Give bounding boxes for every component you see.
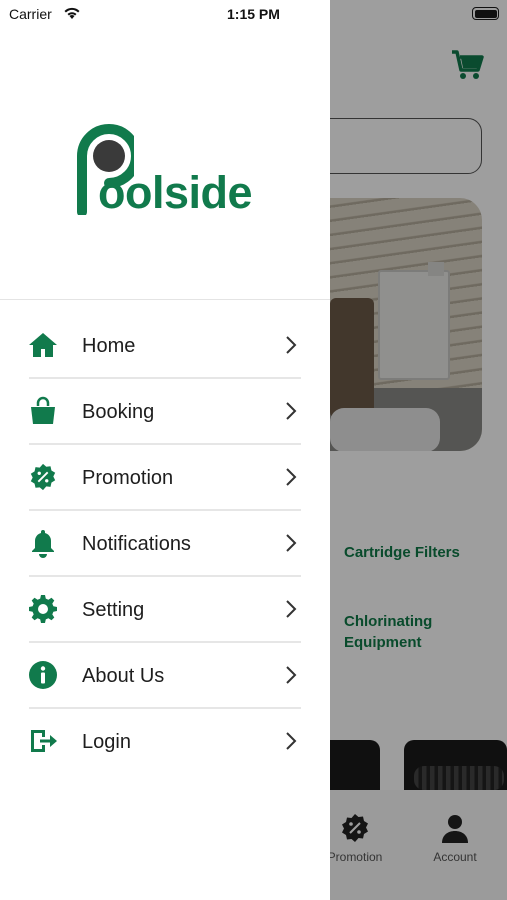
menu-item-login[interactable]: Login bbox=[0, 709, 330, 775]
menu-item-promotion[interactable]: Promotion bbox=[0, 445, 330, 511]
navigation-drawer: oolside Home Booking Promotion Notificat… bbox=[0, 0, 330, 900]
login-icon bbox=[31, 730, 57, 752]
chevron-right-icon bbox=[286, 534, 297, 552]
status-time: 1:15 PM bbox=[227, 6, 280, 22]
gear-icon bbox=[29, 595, 57, 623]
menu-item-booking[interactable]: Booking bbox=[0, 379, 330, 445]
battery-icon bbox=[472, 7, 499, 20]
home-icon bbox=[29, 333, 57, 357]
menu-item-home[interactable]: Home bbox=[0, 313, 330, 379]
chevron-right-icon bbox=[286, 468, 297, 486]
chevron-right-icon bbox=[286, 336, 297, 354]
chevron-right-icon bbox=[286, 402, 297, 420]
wifi-icon bbox=[64, 7, 80, 19]
menu-item-setting[interactable]: Setting bbox=[0, 577, 330, 643]
logo-wordmark: oolside bbox=[98, 167, 253, 218]
menu-item-label: Home bbox=[82, 335, 136, 357]
menu-item-label: Promotion bbox=[82, 467, 174, 489]
menu-item-label: Booking bbox=[82, 401, 155, 423]
carrier-label: Carrier bbox=[9, 6, 52, 22]
chevron-right-icon bbox=[286, 732, 297, 750]
shopping-bag-icon bbox=[31, 396, 55, 424]
menu-item-label: Login bbox=[82, 731, 131, 753]
menu-item-notifications[interactable]: Notifications bbox=[0, 511, 330, 577]
chevron-right-icon bbox=[286, 600, 297, 618]
menu-item-label: Setting bbox=[82, 599, 145, 621]
bell-icon bbox=[32, 530, 54, 558]
drawer-menu: Home Booking Promotion Notifications Set… bbox=[0, 313, 330, 775]
battery-level bbox=[474, 9, 497, 18]
chevron-right-icon bbox=[286, 666, 297, 684]
menu-item-about-us[interactable]: About Us bbox=[0, 643, 330, 709]
menu-item-label: Notifications bbox=[82, 533, 191, 555]
drawer-divider bbox=[0, 299, 330, 300]
info-icon bbox=[29, 661, 57, 689]
menu-item-label: About Us bbox=[82, 665, 165, 687]
status-bar: Carrier 1:15 PM bbox=[0, 0, 507, 30]
promotion-badge-icon bbox=[30, 463, 56, 491]
